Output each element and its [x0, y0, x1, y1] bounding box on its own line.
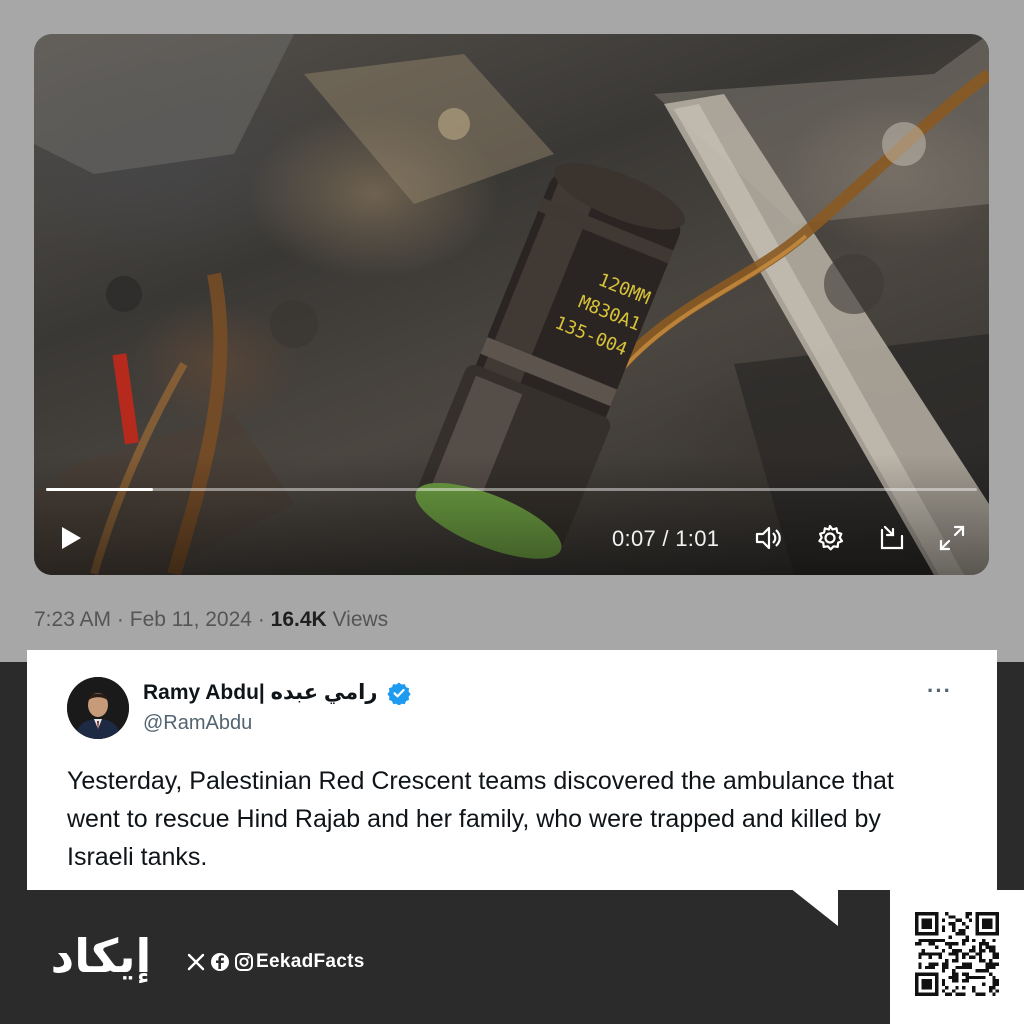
views-count: 16.4K — [270, 608, 327, 631]
video-post-area: 120MM M830A1 135-004 0:07 / 1:01 7:23 AM… — [0, 0, 1024, 662]
settings-gear-icon[interactable] — [814, 522, 846, 554]
instagram-icon[interactable] — [234, 952, 254, 972]
video-player[interactable]: 120MM M830A1 135-004 0:07 / 1:01 — [34, 34, 989, 575]
video-progress-fill — [46, 488, 154, 491]
volume-icon[interactable] — [752, 522, 784, 554]
tweet-date[interactable]: Feb 11, 2024 — [130, 608, 252, 631]
facebook-icon[interactable] — [210, 952, 230, 972]
logo-text: إيكاد — [51, 929, 152, 984]
meta-separator: · — [257, 608, 265, 631]
avatar[interactable] — [67, 677, 129, 739]
play-icon[interactable] — [56, 524, 84, 552]
brand-handle[interactable]: EekadFacts — [256, 951, 365, 973]
verified-badge-icon — [387, 681, 411, 706]
display-name[interactable]: Ramy Abdu| رامي عبده — [143, 680, 377, 705]
meta-separator: · — [116, 608, 124, 631]
eekad-logo: إيكاد — [46, 928, 156, 988]
qr-code[interactable] — [890, 890, 1024, 1024]
views-label: Views — [332, 608, 389, 631]
picture-in-picture-icon[interactable] — [876, 522, 908, 554]
tweet-time[interactable]: 7:23 AM — [34, 608, 111, 631]
social-icons — [186, 951, 254, 973]
fullscreen-icon[interactable] — [936, 522, 968, 554]
tweet-meta: 7:23 AM · Feb 11, 2024 · 16.4K Views — [34, 608, 388, 632]
x-icon[interactable] — [186, 952, 206, 972]
video-frame: 120MM M830A1 135-004 — [34, 34, 989, 575]
video-time: 0:07 / 1:01 — [612, 526, 720, 551]
speech-bubble-tail — [790, 888, 838, 926]
video-progress-bar[interactable] — [46, 488, 977, 491]
more-options-icon[interactable]: ··· — [927, 678, 952, 704]
user-handle[interactable]: @RamAbdu — [143, 712, 252, 735]
tweet-card: Ramy Abdu| رامي عبده @RamAbdu ··· Yester… — [27, 650, 997, 890]
tweet-text: Yesterday, Palestinian Red Crescent team… — [67, 767, 894, 871]
